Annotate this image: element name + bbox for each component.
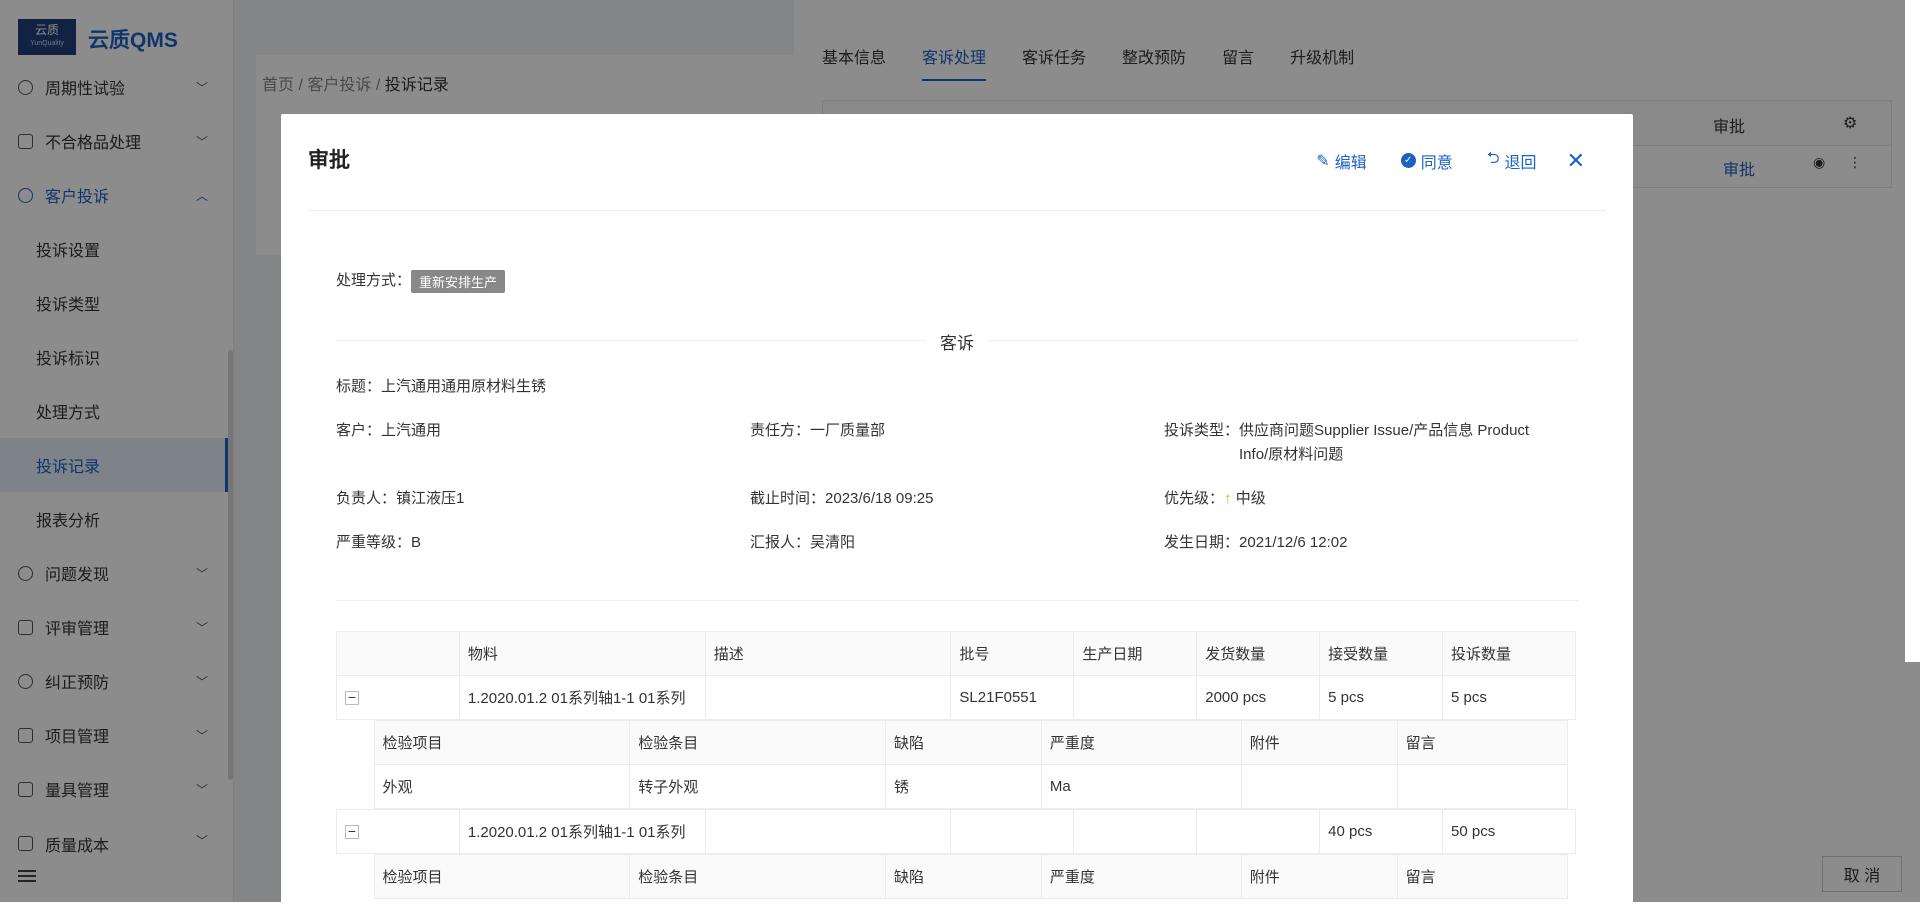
close-icon[interactable]: ✕ — [1567, 148, 1585, 174]
col-shipped: 发货数量 — [1196, 631, 1321, 676]
approval-modal: 审批 ✎ 编辑 ✓ 同意 ⮌ 退回 ✕ 处理方式： 重新安排生产 客诉 标题：上汽通用通… — [281, 114, 1633, 914]
collapse-row-icon[interactable]: − — [345, 824, 359, 839]
detail-severity: 严重等级：B — [336, 534, 422, 551]
edit-button[interactable]: ✎ 编辑 — [1316, 149, 1366, 173]
return-button[interactable]: ⮌ 退回 — [1487, 147, 1537, 174]
collapse-row-icon[interactable]: − — [345, 690, 359, 705]
check-circle-icon: ✓ — [1400, 153, 1416, 168]
materials-table: 物料 描述 批号 生产日期 发货数量 接受数量 投诉数量 − 1.2020.01… — [336, 631, 1576, 899]
detail-owner: 负责人：镇江液压1 — [336, 490, 465, 507]
detail-title: 标题：上汽通用通用原材料生锈 — [336, 378, 547, 395]
handling-method: 处理方式： 重新安排生产 — [336, 269, 506, 293]
inspection-subtable: 检验项目 检验条目 缺陷 严重度 附件 留言 — [373, 854, 1568, 899]
col-material: 物料 — [458, 631, 706, 676]
table-header-row: 物料 描述 批号 生产日期 发货数量 接受数量 投诉数量 — [336, 631, 1576, 676]
detail-responsible: 责任方：一厂质量部 — [750, 422, 886, 439]
table-row: − 1.2020.01.2 01系列轴1-1 01系列 40 pcs 50 pc… — [336, 809, 1576, 854]
modal-header-divider — [308, 210, 1606, 211]
detail-reporter: 汇报人：吴清阳 — [750, 534, 856, 551]
return-icon: ⮌ — [1486, 150, 1500, 167]
subtable-header-row: 检验项目 检验条目 缺陷 严重度 附件 留言 — [373, 720, 1568, 765]
detail-complaint-type: 投诉类型： 供应商问题Supplier Issue/产品信息 Product In… — [1164, 422, 1530, 463]
col-desc: 描述 — [704, 631, 952, 676]
handling-method-tag: 重新安排生产 — [411, 269, 506, 293]
edit-icon: ✎ — [1316, 152, 1330, 170]
col-accepted: 接受数量 — [1319, 631, 1444, 676]
detail-deadline: 截止时间：2023/6/18 09:25 — [750, 490, 934, 507]
col-expand — [336, 631, 460, 676]
expanded-row: 检验项目 检验条目 缺陷 严重度 附件 留言 — [337, 854, 1576, 899]
detail-priority: 优先级：↑ 中级 — [1164, 490, 1266, 507]
right-scroll-strip — [1905, 0, 1920, 662]
modal-actions: ✎ 编辑 ✓ 同意 ⮌ 退回 ✕ — [1316, 147, 1585, 174]
approve-button[interactable]: ✓ 同意 — [1400, 149, 1453, 173]
detail-customer: 客户：上汽通用 — [336, 422, 442, 439]
arrow-up-icon: ↑ — [1224, 490, 1232, 507]
expanded-row: 检验项目 检验条目 缺陷 严重度 附件 留言 外观 转子外观 锈 Ma — [337, 720, 1576, 810]
col-complaints: 投诉数量 — [1442, 631, 1576, 676]
inspection-subtable: 检验项目 检验条目 缺陷 严重度 附件 留言 外观 转子外观 锈 Ma — [373, 720, 1568, 809]
subtable-row: 外观 转子外观 锈 Ma — [373, 764, 1568, 809]
detail-divider — [336, 600, 1578, 601]
table-row: − 1.2020.01.2 01系列轴1-1 01系列 SL21F0551 20… — [336, 675, 1576, 720]
subtable-header-row: 检验项目 检验条目 缺陷 严重度 附件 留言 — [373, 854, 1568, 899]
detail-occur-date: 发生日期：2021/12/6 12:02 — [1164, 534, 1348, 551]
col-batch: 批号 — [950, 631, 1075, 676]
modal-title: 审批 — [308, 149, 350, 172]
section-title: 客诉 — [281, 329, 1633, 354]
col-prod-date: 生产日期 — [1073, 631, 1198, 676]
